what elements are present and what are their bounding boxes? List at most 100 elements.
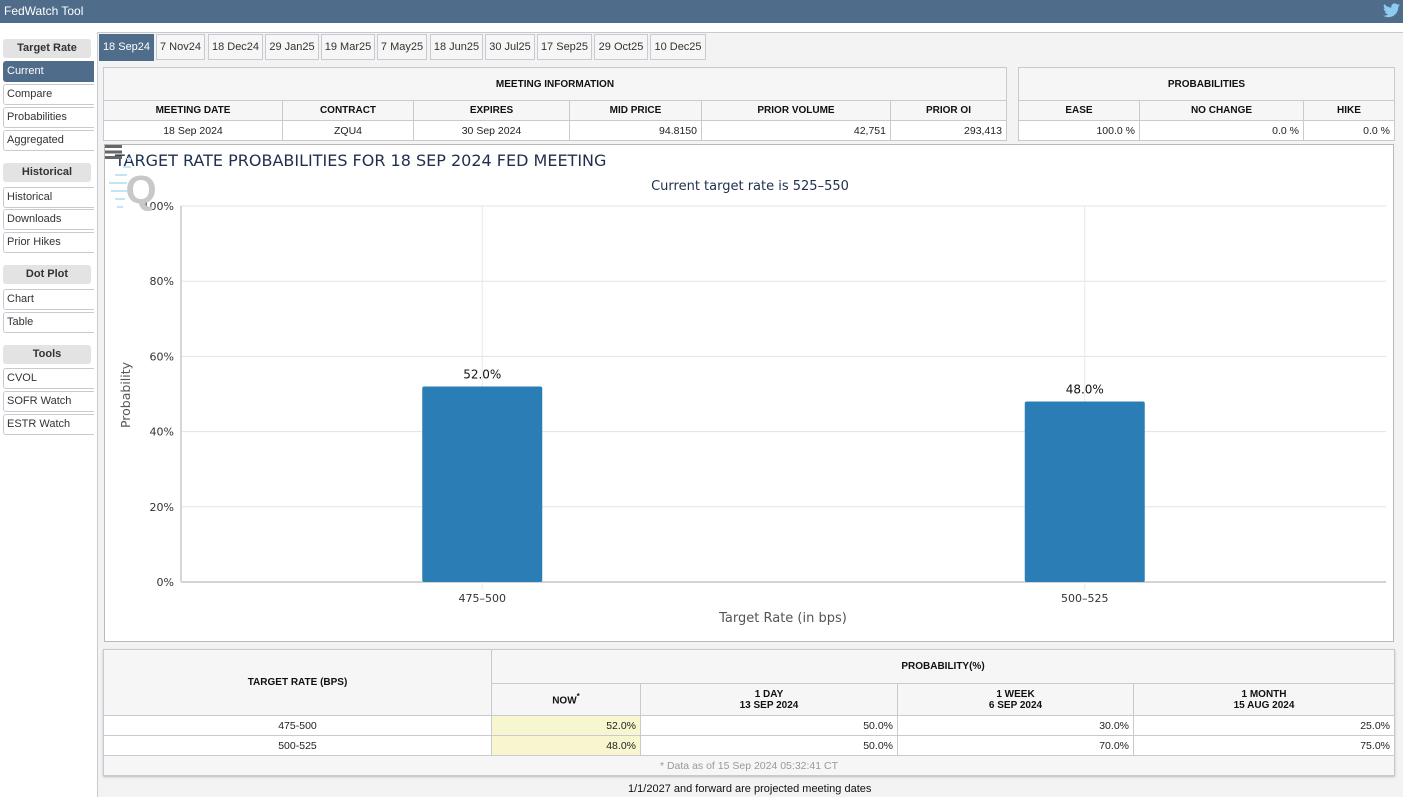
mid-price-value: 94.8150 — [569, 120, 702, 141]
tab-7-may25[interactable]: 7 May25 — [377, 34, 427, 60]
probability-group-header: PROBABILITY(%) — [491, 649, 1395, 684]
y-axis-label: Probability — [118, 361, 133, 428]
tab-29-jan25[interactable]: 29 Jan25 — [265, 34, 319, 60]
sidebar-item-chart[interactable]: Chart — [3, 289, 94, 310]
one-month-cell: 75.0% — [1133, 735, 1395, 756]
one-day-cell: 50.0% — [640, 735, 898, 756]
col-1-month-label: 1 MONTH — [1241, 688, 1287, 700]
tab-30-jul25[interactable]: 30 Jul25 — [485, 34, 535, 60]
hike-value: 0.0 % — [1303, 120, 1395, 141]
prior-oi-value: 293,413 — [890, 120, 1007, 141]
rate-cell: 500-525 — [103, 735, 492, 756]
app-header: FedWatch Tool — [0, 0, 1403, 23]
sidebar-group-historical: Historical — [3, 163, 91, 182]
col-now: NOW* — [491, 683, 641, 716]
probabilities-table: PROBABILITIES EASE NO CHANGE HIKE 100.0 … — [1018, 67, 1395, 141]
no-change-value: 0.0 % — [1139, 120, 1304, 141]
x-tick-label: 475–500 — [459, 592, 507, 605]
contract-value: ZQU4 — [282, 120, 414, 141]
y-tick-label: 80% — [150, 275, 174, 288]
sidebar-item-cvol[interactable]: CVOL — [3, 368, 94, 389]
col-contract: CONTRACT — [282, 100, 414, 121]
sidebar-group-target-rate: Target Rate — [3, 39, 91, 58]
meeting-info-table: MEETING INFORMATION MEETING DATE CONTRAC… — [103, 67, 1007, 141]
ease-value: 100.0 % — [1018, 120, 1140, 141]
one-day-cell: 50.0% — [640, 715, 898, 736]
col-1-day: 1 DAY 13 SEP 2024 — [640, 683, 898, 716]
y-tick-label: 40% — [150, 426, 174, 439]
col-1-week: 1 WEEK 6 SEP 2024 — [897, 683, 1134, 716]
col-1-day-date: 13 SEP 2024 — [739, 699, 799, 711]
sidebar-item-downloads[interactable]: Downloads — [3, 209, 94, 230]
sidebar-item-aggregated[interactable]: Aggregated — [3, 130, 94, 151]
sidebar-item-compare[interactable]: Compare — [3, 84, 94, 105]
bar — [1024, 401, 1145, 582]
tab-19-mar25[interactable]: 19 Mar25 — [321, 34, 375, 60]
bar-data-label: 52.0% — [463, 367, 501, 381]
prior-volume-value: 42,751 — [701, 120, 891, 141]
tab-10-dec25[interactable]: 10 Dec25 — [650, 34, 706, 60]
x-tick-label: 500–525 — [1061, 592, 1109, 605]
col-ease: EASE — [1018, 100, 1140, 121]
sidebar-item-probabilities[interactable]: Probabilities — [3, 107, 94, 128]
tab-18-dec24[interactable]: 18 Dec24 — [208, 34, 263, 60]
sidebar-group-dot-plot: Dot Plot — [3, 265, 91, 284]
meeting-info-title: MEETING INFORMATION — [103, 67, 1007, 101]
sidebar-item-table[interactable]: Table — [3, 312, 94, 333]
svg-text:Q: Q — [125, 168, 155, 212]
sidebar-item-historical[interactable]: Historical — [3, 187, 94, 208]
now-cell: 52.0% — [491, 715, 641, 736]
twitter-icon[interactable] — [1383, 3, 1400, 18]
sidebar-item-current[interactable]: Current — [3, 61, 94, 82]
col-1-week-date: 6 SEP 2024 — [988, 699, 1043, 711]
col-1-week-label: 1 WEEK — [996, 688, 1035, 700]
bar-data-label: 48.0% — [1066, 383, 1104, 397]
col-target-rate: TARGET RATE (BPS) — [103, 649, 492, 716]
sidebar-item-sofr-watch[interactable]: SOFR Watch — [3, 391, 94, 412]
tab-17-sep25[interactable]: 17 Sep25 — [537, 34, 592, 60]
data-timestamp-footnote: * Data as of 15 Sep 2024 05:32:41 CT — [103, 755, 1395, 776]
chart-container: TARGET RATE PROBABILITIES FOR 18 SEP 202… — [104, 144, 1394, 642]
tab-29-oct25[interactable]: 29 Oct25 — [594, 34, 648, 60]
app-title: FedWatch Tool — [4, 4, 84, 18]
now-cell: 48.0% — [491, 735, 641, 756]
tab-18-sep24[interactable]: 18 Sep24 — [99, 34, 154, 61]
sidebar-item-estr-watch[interactable]: ESTR Watch — [3, 414, 94, 435]
x-axis-label: Target Rate (in bps) — [718, 611, 847, 626]
col-1-day-label: 1 DAY — [754, 688, 784, 700]
col-1-month: 1 MONTH 15 AUG 2024 — [1133, 683, 1395, 716]
probabilities-title: PROBABILITIES — [1018, 67, 1395, 101]
y-tick-label: 60% — [150, 350, 174, 363]
sidebar: Target Rate Current Compare Probabilitie… — [0, 23, 95, 797]
chart-subtitle: Current target rate is 525–550 — [651, 179, 849, 194]
col-expires: EXPIRES — [413, 100, 570, 121]
quikstrike-watermark-icon: Q — [109, 158, 155, 212]
y-tick-label: 0% — [157, 576, 174, 589]
projected-dates-text: 1/1/2027 and forward are projected meeti… — [628, 783, 872, 795]
col-hike: HIKE — [1303, 100, 1395, 121]
probabilities-row: 100.0 % 0.0 % 0.0 % — [1018, 120, 1395, 141]
table-row: 500-525 48.0% 50.0% 70.0% 75.0% — [103, 735, 1395, 756]
sidebar-group-tools: Tools — [3, 345, 91, 364]
bar — [422, 386, 543, 582]
sidebar-item-prior-hikes[interactable]: Prior Hikes — [3, 232, 94, 253]
tab-18-jun25[interactable]: 18 Jun25 — [430, 34, 483, 60]
y-tick-label: 20% — [150, 501, 174, 514]
col-no-change: NO CHANGE — [1139, 100, 1304, 121]
one-week-cell: 70.0% — [897, 735, 1134, 756]
col-now-label: NOW — [552, 695, 577, 707]
one-month-cell: 25.0% — [1133, 715, 1395, 736]
bar-chart: TARGET RATE PROBABILITIES FOR 18 SEP 202… — [114, 151, 1386, 626]
probability-history-table: TARGET RATE (BPS) PROBABILITY(%) NOW* 1 … — [103, 649, 1395, 776]
col-prior-oi: PRIOR OI — [890, 100, 1007, 121]
tab-7-nov24[interactable]: 7 Nov24 — [156, 34, 205, 60]
col-1-month-date: 15 AUG 2024 — [1233, 699, 1295, 711]
rate-cell: 475-500 — [103, 715, 492, 736]
table-row: 475-500 52.0% 50.0% 30.0% 25.0% — [103, 715, 1395, 736]
one-week-cell: 30.0% — [897, 715, 1134, 736]
col-meeting-date: MEETING DATE — [103, 100, 283, 121]
meeting-info-row: 18 Sep 2024 ZQU4 30 Sep 2024 94.8150 42,… — [103, 120, 1007, 141]
meeting-date-value: 18 Sep 2024 — [103, 120, 283, 141]
col-mid-price: MID PRICE — [569, 100, 702, 121]
asterisk-marker: * — [576, 692, 580, 702]
